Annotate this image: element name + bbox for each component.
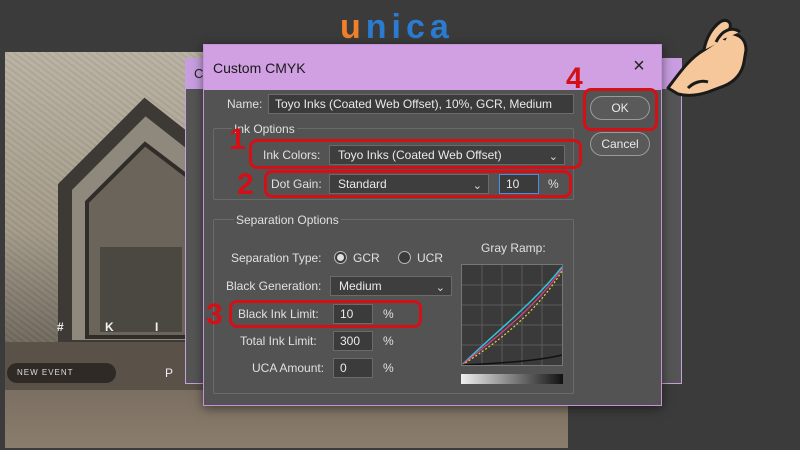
annotation-box-ok <box>583 88 658 131</box>
annotation-number-2: 2 <box>237 168 254 201</box>
annotation-number-1: 1 <box>229 123 246 156</box>
annotation-number-4: 4 <box>566 62 583 95</box>
gray-ramp-curves <box>461 265 563 366</box>
poster-letter: P <box>165 366 174 380</box>
annotation-box-black-ink-limit <box>229 300 422 328</box>
uca-amount-label: UCA Amount: <box>252 361 325 375</box>
chevron-down-icon: ⌄ <box>435 282 445 294</box>
name-label: Name: <box>227 97 263 111</box>
close-icon[interactable]: × <box>629 56 649 76</box>
unica-logo: unica <box>340 8 454 47</box>
new-event-button[interactable]: NEW EVENT <box>7 363 116 383</box>
separation-options-title: Separation Options <box>234 213 341 227</box>
uca-amount-percent: % <box>383 361 394 375</box>
gray-ramp-label: Gray Ramp: <box>481 241 546 255</box>
annotation-number-3: 3 <box>206 298 223 331</box>
annotation-box-ink-colors <box>249 139 582 169</box>
ucr-radio[interactable] <box>398 251 411 264</box>
dialog-titlebar[interactable]: Custom CMYK × <box>204 45 661 90</box>
uca-amount-input[interactable]: 0 <box>333 358 373 378</box>
logo-rest: nica <box>365 8 454 46</box>
gray-ramp-graph <box>461 264 563 366</box>
dialog-title: Custom CMYK <box>213 60 306 76</box>
logo-prefix: u <box>340 8 366 46</box>
ucr-label: UCR <box>417 251 443 265</box>
black-generation-label: Black Generation: <box>226 279 322 293</box>
annotation-box-dot-gain <box>264 170 572 198</box>
black-generation-select[interactable]: Medium ⌄ <box>330 276 452 296</box>
black-generation-value: Medium <box>339 279 382 293</box>
total-ink-limit-percent: % <box>383 334 394 348</box>
gray-ramp-gradient <box>461 374 563 384</box>
total-ink-limit-label: Total Ink Limit: <box>240 334 317 348</box>
gcr-radio[interactable] <box>334 251 347 264</box>
background-dialog-title: C <box>194 66 204 81</box>
total-ink-limit-input[interactable]: 300 <box>333 331 373 351</box>
name-field[interactable]: Toyo Inks (Coated Web Offset), 10%, GCR,… <box>268 94 574 114</box>
pointing-hand-icon <box>660 10 755 105</box>
separation-type-label: Separation Type: <box>231 251 322 265</box>
gcr-label: GCR <box>353 251 380 265</box>
cancel-button[interactable]: Cancel <box>590 132 650 156</box>
